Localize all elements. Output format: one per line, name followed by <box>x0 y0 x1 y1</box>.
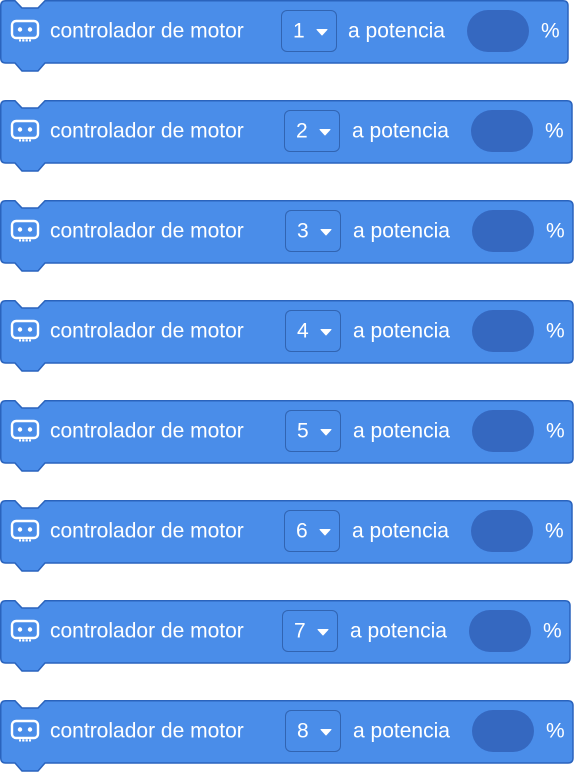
percent-unit: % <box>543 619 562 643</box>
power-label: a potencia <box>348 19 445 43</box>
block-label: controlador de motor <box>50 319 244 343</box>
percent-unit: % <box>545 519 564 543</box>
power-value-input[interactable] <box>472 210 534 252</box>
motor-controller-block[interactable]: controlador de motor 5 a potencia% <box>0 400 574 472</box>
block-label: controlador de motor <box>50 419 244 443</box>
block-label: controlador de motor <box>50 719 244 743</box>
motor-number-dropdown[interactable]: 1 <box>281 10 337 52</box>
block-label: controlador de motor <box>50 219 244 243</box>
chevron-down-icon <box>319 529 331 536</box>
percent-unit: % <box>545 119 564 143</box>
chevron-down-icon <box>317 629 329 636</box>
motor-controller-block[interactable]: controlador de motor 6 a potencia% <box>0 500 574 572</box>
motor-number-value: 6 <box>296 519 308 543</box>
power-label: a potencia <box>353 319 450 343</box>
percent-unit: % <box>546 319 565 343</box>
motor-number-value: 1 <box>293 19 305 43</box>
power-value-input[interactable] <box>472 310 534 352</box>
motor-number-value: 4 <box>297 319 309 343</box>
power-value-input[interactable] <box>467 10 529 52</box>
power-value-input[interactable] <box>472 710 534 752</box>
microbit-icon <box>10 319 40 342</box>
microbit-icon <box>10 719 40 742</box>
microbit-icon <box>10 419 40 442</box>
power-value-input[interactable] <box>471 110 533 152</box>
percent-unit: % <box>546 719 565 743</box>
power-value-input[interactable] <box>472 410 534 452</box>
motor-number-value: 3 <box>297 219 309 243</box>
power-label: a potencia <box>352 519 449 543</box>
percent-unit: % <box>546 419 565 443</box>
motor-number-value: 7 <box>294 619 306 643</box>
block-label: controlador de motor <box>50 519 244 543</box>
motor-controller-block[interactable]: controlador de motor 7 a potencia% <box>0 600 574 672</box>
power-label: a potencia <box>353 219 450 243</box>
microbit-icon <box>10 219 40 242</box>
motor-controller-block[interactable]: controlador de motor 1 a potencia% <box>0 0 574 72</box>
motor-number-value: 2 <box>296 119 308 143</box>
motor-number-dropdown[interactable]: 5 <box>285 410 341 452</box>
chevron-down-icon <box>320 429 332 436</box>
chevron-down-icon <box>320 729 332 736</box>
microbit-icon <box>10 19 40 42</box>
motor-controller-block[interactable]: controlador de motor 2 a potencia% <box>0 100 574 172</box>
power-label: a potencia <box>353 719 450 743</box>
motor-number-value: 5 <box>297 419 309 443</box>
block-label: controlador de motor <box>50 119 244 143</box>
microbit-icon <box>10 619 40 642</box>
motor-number-dropdown[interactable]: 6 <box>284 510 340 552</box>
chevron-down-icon <box>319 129 331 136</box>
microbit-icon <box>10 119 40 142</box>
chevron-down-icon <box>320 329 332 336</box>
percent-unit: % <box>546 219 565 243</box>
motor-number-dropdown[interactable]: 8 <box>285 710 341 752</box>
motor-number-dropdown[interactable]: 4 <box>285 310 341 352</box>
chevron-down-icon <box>316 29 328 36</box>
power-label: a potencia <box>350 619 447 643</box>
block-label: controlador de motor <box>50 619 244 643</box>
percent-unit: % <box>541 19 560 43</box>
motor-number-value: 8 <box>297 719 309 743</box>
power-label: a potencia <box>353 419 450 443</box>
block-label: controlador de motor <box>50 19 244 43</box>
power-value-input[interactable] <box>469 610 531 652</box>
motor-controller-block[interactable]: controlador de motor 3 a potencia% <box>0 200 574 272</box>
motor-number-dropdown[interactable]: 7 <box>282 610 338 652</box>
motor-controller-block[interactable]: controlador de motor 8 a potencia% <box>0 700 574 772</box>
chevron-down-icon <box>320 229 332 236</box>
microbit-icon <box>10 519 40 542</box>
motor-number-dropdown[interactable]: 2 <box>284 110 340 152</box>
motor-controller-block[interactable]: controlador de motor 4 a potencia% <box>0 300 574 372</box>
motor-number-dropdown[interactable]: 3 <box>285 210 341 252</box>
power-value-input[interactable] <box>471 510 533 552</box>
power-label: a potencia <box>352 119 449 143</box>
